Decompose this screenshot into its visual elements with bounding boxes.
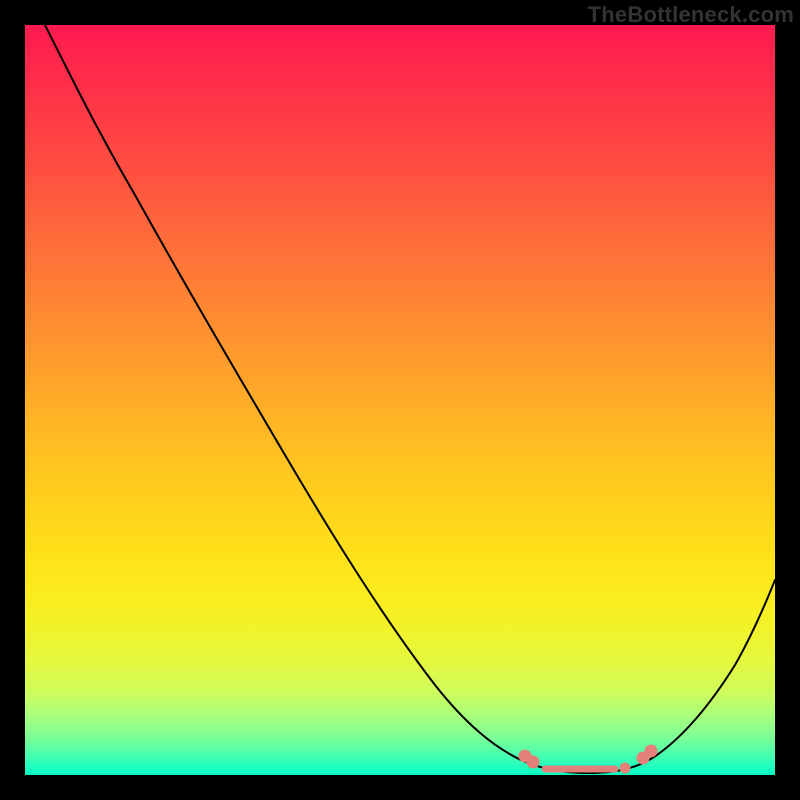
watermark-label: TheBottleneck.com [588,2,794,28]
bottleneck-curve [45,25,775,773]
chart-svg [25,25,775,775]
optimal-range-end-marker-2 [645,745,657,757]
chart-container: TheBottleneck.com [0,0,800,800]
optimal-range-start-marker-2 [527,756,539,768]
plot-area [25,25,775,775]
optimal-range-end-marker-inner [620,763,630,773]
